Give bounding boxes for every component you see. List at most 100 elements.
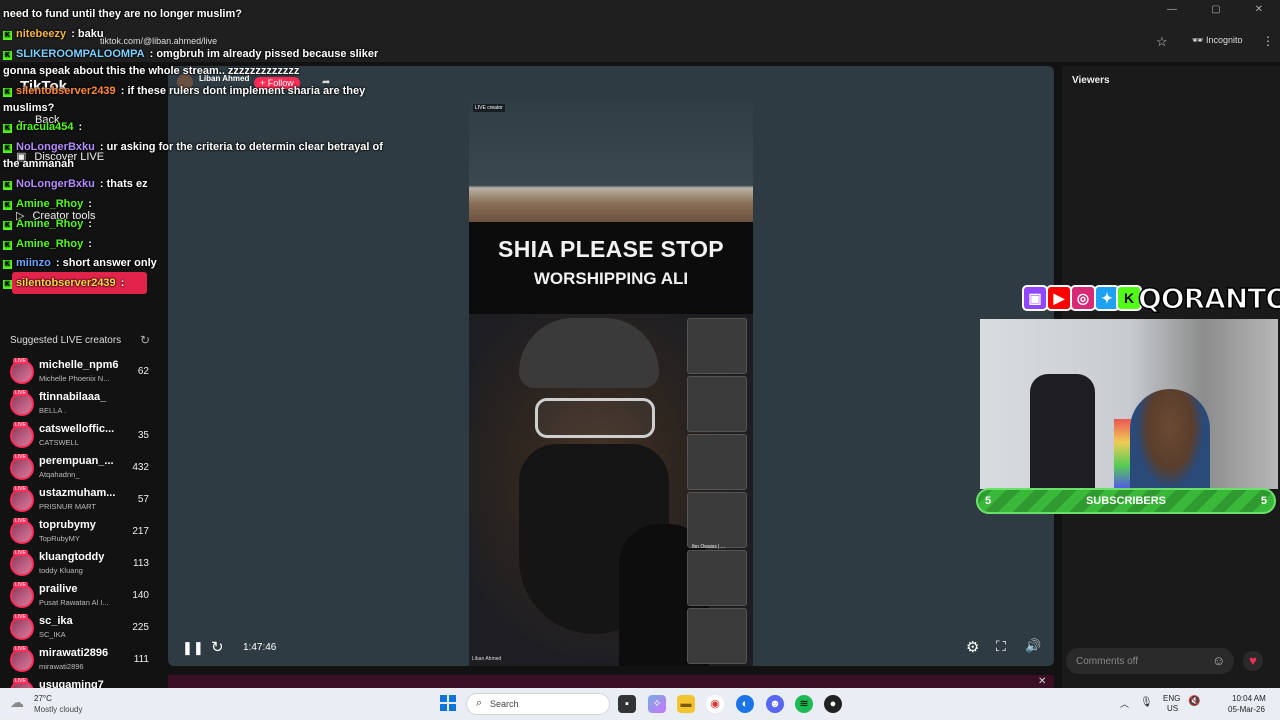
chat-username[interactable]: NoLongerBxku: [16, 178, 95, 190]
input-language[interactable]: ENG: [1163, 694, 1180, 703]
spotify-icon[interactable]: ≋: [795, 695, 813, 713]
creator-nickname: Atqahadnn_: [39, 470, 80, 479]
chat-username[interactable]: SLIKEROOMPALOOMPA: [16, 48, 145, 60]
chat-message: K SLIKEROOMPALOOMPA : omgbruh im already …: [3, 46, 398, 80]
guest-cam[interactable]: [687, 550, 747, 606]
obs-icon[interactable]: ●: [824, 695, 842, 713]
chat-username[interactable]: nitebeezy: [16, 28, 66, 40]
chat-username[interactable]: Amine_Rhoy: [16, 198, 83, 210]
suggested-creator[interactable]: LIVE catswelloffic... CATSWELL 35: [8, 421, 153, 451]
maximize-icon[interactable]: ▢: [1211, 4, 1220, 20]
file-explorer-icon[interactable]: ▬: [677, 695, 695, 713]
chat-text: : thats ez: [96, 178, 148, 190]
taskbar-search[interactable]: ⌕ Search: [466, 693, 610, 715]
comment-input[interactable]: Comments off ☺: [1066, 648, 1234, 674]
instagram-icon: ◎: [1070, 285, 1096, 311]
close-icon[interactable]: ✕: [1255, 4, 1263, 20]
search-placeholder: Search: [490, 699, 519, 709]
live-badge: LIVE: [13, 614, 28, 620]
volume-icon[interactable]: 🔊: [1025, 638, 1041, 654]
suggested-creator[interactable]: LIVE michelle_npm6 Michelle Phoenix N... 62: [8, 357, 153, 387]
suggested-creator[interactable]: LIVE sc_ika SC_IKA 225: [8, 613, 153, 643]
creator-nickname: mirawati2896: [39, 662, 84, 671]
heart-icon[interactable]: ♥: [1243, 651, 1263, 671]
chat-username[interactable]: NoLongerBxku: [16, 141, 95, 153]
task-view-icon[interactable]: ▪: [618, 695, 636, 713]
chat-message: K Amine_Rhoy :: [3, 196, 398, 213]
suggested-creator[interactable]: LIVE ustazmuham... PRISNUR MART 57: [8, 485, 153, 515]
suggested-creator[interactable]: LIVE prailive Pusat Rawatan Al I... 140: [8, 581, 153, 611]
suggested-creator[interactable]: LIVE kluangtoddy toddy Kluang 113: [8, 549, 153, 579]
creator-nickname: PRISNUR MART: [39, 502, 96, 511]
kick-badge-icon: K: [3, 181, 12, 190]
guest-cam[interactable]: [687, 608, 747, 664]
microphone-tray-icon[interactable]: 🎙: [1140, 697, 1153, 708]
refresh-icon[interactable]: ↻: [140, 333, 150, 347]
stream-video[interactable]: LIVE creator SHIA PLEASE STOP WORSHIPPIN…: [469, 100, 753, 666]
clock-date: 05-Mar-26: [1228, 705, 1265, 714]
discord-icon[interactable]: ☻: [766, 695, 784, 713]
chat-username[interactable]: silentobserver2439: [16, 277, 116, 289]
fullscreen-icon[interactable]: ⛶: [996, 638, 1006, 655]
promo-strip: [168, 675, 1054, 688]
incognito-badge[interactable]: 🕶 Incognito: [1192, 35, 1242, 46]
kick-badge-icon: K: [3, 221, 12, 230]
creator-name: prailive: [39, 583, 78, 595]
copilot-icon[interactable]: ✧: [648, 695, 666, 713]
edge-icon[interactable]: ◐: [736, 695, 754, 713]
pause-icon[interactable]: ❚❚: [182, 640, 204, 656]
emoji-icon[interactable]: ☺: [1212, 653, 1225, 668]
windows-start-icon[interactable]: [440, 695, 456, 711]
guest-cam[interactable]: [687, 318, 747, 374]
chrome-icon[interactable]: ◉: [706, 695, 724, 713]
chat-message: K Amine_Rhoy :: [3, 236, 398, 253]
chat-username[interactable]: dracula454: [16, 121, 73, 133]
weather-desc: Mostly cloudy: [34, 705, 83, 714]
viewer-count: 113: [133, 558, 149, 569]
banner-line-2: WORSHIPPING ALI: [533, 269, 689, 288]
chat-username[interactable]: silentobserver2439: [16, 85, 116, 97]
suggested-creator[interactable]: LIVE ftinnabilaaa_ BELLA .: [8, 389, 153, 419]
weather-icon[interactable]: ☁: [10, 694, 24, 711]
guest-cam[interactable]: [687, 434, 747, 490]
viewer-count: 62: [137, 366, 149, 377]
chat-username[interactable]: miinzo: [16, 257, 51, 269]
live-badge: LIVE: [13, 390, 28, 396]
guest-cam[interactable]: [687, 492, 747, 548]
browser-menu-icon[interactable]: ⋮: [1262, 34, 1274, 48]
creator-nickname: Pusat Rawatan Al I...: [39, 598, 109, 607]
chat-text: :: [85, 198, 92, 210]
minimize-icon[interactable]: —: [1167, 4, 1177, 20]
chat-text: :: [85, 218, 92, 230]
chat-message: Kdracula454 :: [3, 119, 398, 136]
settings-icon[interactable]: ⚙: [966, 638, 979, 656]
chat-message: K Amine_Rhoy :: [3, 216, 398, 233]
kick-badge-icon: K: [3, 31, 12, 40]
creator-name: ftinnabilaaa_: [39, 391, 107, 403]
suggested-creator[interactable]: LIVE mirawati2896 mirawati2896 111: [8, 645, 153, 675]
chat-username[interactable]: Amine_Rhoy: [16, 218, 83, 230]
viewers-title: Viewers: [1072, 75, 1110, 86]
chat-username[interactable]: Amine_Rhoy: [16, 238, 83, 250]
weather-temp[interactable]: 27°C: [34, 694, 52, 703]
tray-expand-icon[interactable]: ︿: [1120, 697, 1129, 710]
viewer-count: 225: [132, 622, 149, 633]
close-icon[interactable]: ✕: [1038, 676, 1046, 687]
chat-text: :: [85, 238, 92, 250]
viewer-count: 111: [133, 654, 149, 665]
guest-cam[interactable]: [687, 376, 747, 432]
subscribers-count-left: 5: [985, 495, 992, 507]
suggested-creator[interactable]: LIVE toprubymy TopRubyMY 217: [8, 517, 153, 547]
viewer-count: 432: [132, 462, 149, 473]
guest-caption: Ibn Owaiss | ...: [692, 544, 725, 550]
reload-icon[interactable]: ↻: [211, 638, 224, 656]
kick-badge-icon: K: [3, 124, 12, 133]
creator-name: ustazmuham...: [39, 487, 116, 499]
bookmark-star-icon[interactable]: ☆: [1156, 34, 1168, 50]
clock-time[interactable]: 10:04 AM: [1232, 694, 1266, 703]
creator-nickname: Michelle Phoenix N...: [39, 374, 110, 383]
creator-name: catswelloffic...: [39, 423, 115, 435]
volume-tray-icon[interactable]: 🔇: [1188, 696, 1200, 707]
suggested-creator[interactable]: LIVE perempuan_... Atqahadnn_ 432: [8, 453, 153, 483]
youtube-icon: ▶: [1046, 285, 1072, 311]
